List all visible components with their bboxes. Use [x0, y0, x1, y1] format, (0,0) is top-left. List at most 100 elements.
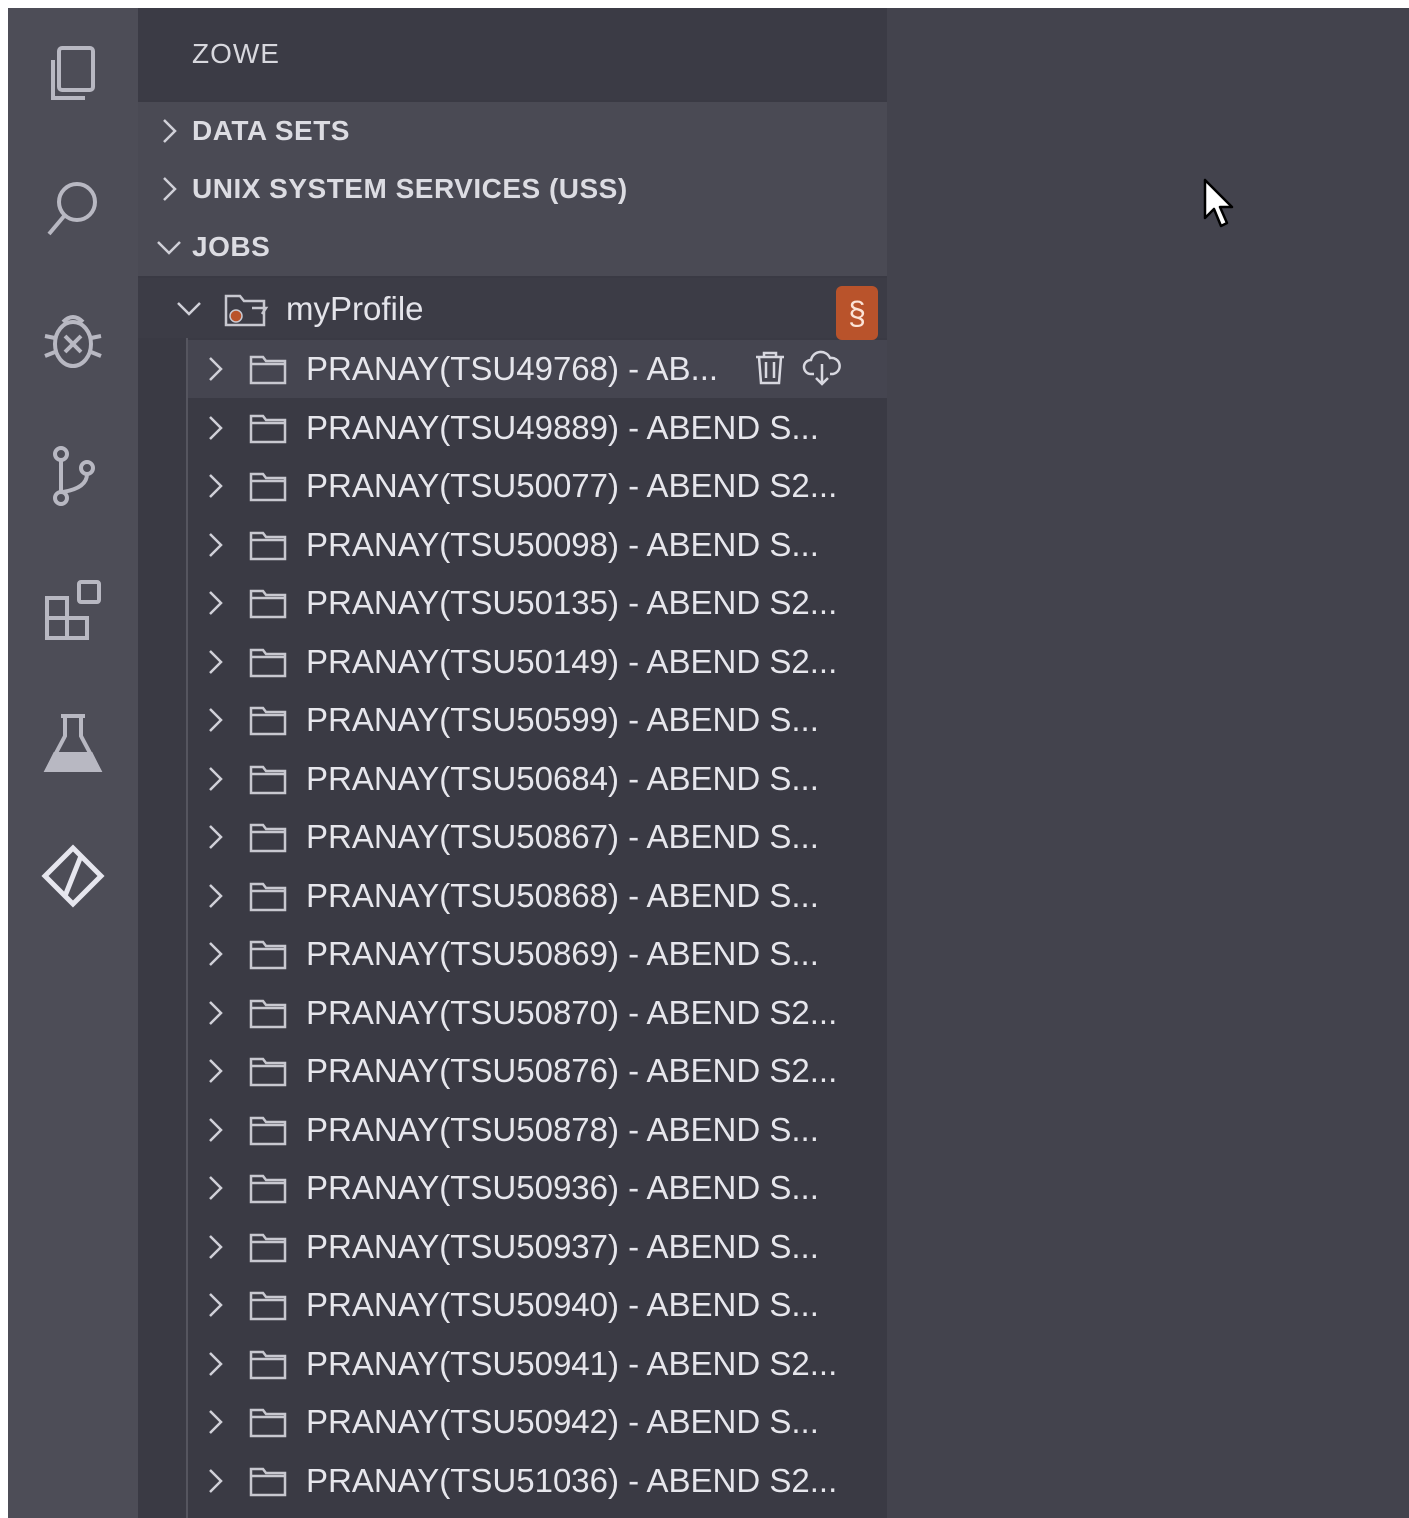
job-label: PRANAY(TSU50135) - ABEND S2... [306, 584, 838, 621]
job-label: PRANAY(TSU50077) - ABEND S2... [306, 467, 838, 504]
job-row[interactable]: PRANAY(TSU50867) - ABEND S... [188, 808, 887, 866]
folder-icon [249, 1350, 287, 1379]
job-row[interactable]: PRANAY(TSU49768) - AB... [188, 340, 887, 398]
section-uss[interactable]: UNIX SYSTEM SERVICES (USS) [138, 160, 887, 218]
job-label: PRANAY(TSU49768) - AB... [306, 350, 719, 387]
folder-icon [249, 1174, 287, 1204]
job-row[interactable]: PRANAY(TSU50936) - ABEND S... [188, 1159, 887, 1217]
section-label: DATA SETS [192, 115, 350, 146]
folder-icon [249, 999, 287, 1028]
job-row[interactable]: PRANAY(TSU50149) - ABEND S2... [188, 633, 887, 691]
job-label: PRANAY(TSU50937) - ABEND S... [306, 1227, 819, 1265]
download-icon[interactable] [802, 348, 842, 388]
folder-icon [249, 1291, 287, 1321]
chevron-right-icon [209, 1176, 223, 1200]
chevron-right-icon [209, 1410, 223, 1434]
folder-icon [249, 1116, 287, 1145]
chevron-right-icon [209, 942, 223, 966]
zowe-icon[interactable] [33, 836, 113, 916]
chevron-right-icon [209, 1059, 223, 1083]
zowe-sidebar: ZOWE DATA SETS UNIX SYSTEM SERVICES (USS… [138, 8, 887, 1518]
chevron-right-icon [163, 119, 177, 143]
folder-icon [249, 1408, 287, 1438]
extensions-icon[interactable] [33, 570, 113, 650]
job-row[interactable]: PRANAY(TSU50937) - ABEND S... [188, 1218, 887, 1276]
folder-icon [249, 1233, 287, 1262]
job-row[interactable]: PRANAY(TSU50876) - ABEND S2... [188, 1042, 887, 1100]
job-row[interactable]: PRANAY(TSU50941) - ABEND S2... [188, 1335, 887, 1393]
folder-icon [249, 765, 287, 794]
job-row[interactable]: PRANAY(TSU50942) - ABEND S... [188, 1393, 887, 1451]
app-window: ZOWE DATA SETS UNIX SYSTEM SERVICES (USS… [8, 8, 1409, 1518]
chevron-right-icon [209, 708, 223, 732]
job-row[interactable]: PRANAY(TSU50940) - ABEND S... [188, 1276, 887, 1334]
folder-icon [249, 648, 287, 677]
testing-icon[interactable] [33, 704, 113, 784]
profile-node[interactable]: myProfile § [138, 278, 887, 340]
job-row[interactable]: PRANAY(TSU50135) - ABEND S2... [188, 574, 887, 632]
job-label: PRANAY(TSU50876) - ABEND S2... [306, 1052, 838, 1089]
explorer-icon[interactable] [33, 36, 113, 116]
chevron-right-icon [209, 532, 223, 557]
search-icon[interactable] [33, 168, 113, 248]
profile-folder-icon [224, 294, 269, 327]
source-control-icon[interactable] [33, 436, 113, 516]
folder-icon [249, 589, 287, 619]
job-label: PRANAY(TSU50098) - ABEND S... [306, 525, 819, 563]
folder-icon [249, 940, 287, 970]
chevron-right-icon [209, 1351, 223, 1376]
chevron-right-icon [209, 1234, 223, 1259]
chevron-right-icon [209, 1000, 223, 1025]
job-label: PRANAY(TSU50878) - ABEND S... [306, 1110, 819, 1148]
chevron-right-icon [209, 591, 223, 615]
section-jobs[interactable]: JOBS [138, 218, 887, 276]
job-label: PRANAY(TSU50869) - ABEND S... [306, 935, 819, 972]
profile-label: myProfile [286, 290, 424, 327]
section-label: UNIX SYSTEM SERVICES (USS) [192, 173, 628, 204]
job-row[interactable]: PRANAY(TSU50098) - ABEND S... [188, 516, 887, 574]
section-data-sets[interactable]: DATA SETS [138, 102, 887, 160]
job-row[interactable]: PRANAY(TSU51036) - ABEND S2... [188, 1452, 887, 1510]
job-label: PRANAY(TSU50599) - ABEND S... [306, 701, 819, 738]
folder-icon [249, 355, 287, 385]
job-row[interactable]: PRANAY(TSU49889) - ABEND S... [188, 399, 887, 457]
folder-icon [249, 706, 287, 736]
chevron-right-icon [209, 415, 223, 440]
chevron-right-icon [209, 357, 223, 381]
folder-icon [249, 1057, 287, 1087]
delete-icon[interactable] [750, 348, 790, 388]
job-label: PRANAY(TSU49889) - ABEND S... [306, 408, 819, 446]
job-label: PRANAY(TSU50941) - ABEND S2... [306, 1344, 838, 1382]
sidebar-header: ZOWE [138, 8, 887, 100]
chevron-down-icon [177, 302, 201, 316]
debug-icon[interactable] [33, 302, 113, 382]
job-label: PRANAY(TSU50149) - ABEND S2... [306, 642, 838, 680]
chevron-right-icon [163, 177, 177, 201]
folder-icon [249, 414, 287, 443]
chevron-right-icon [209, 766, 223, 791]
job-label: PRANAY(TSU50867) - ABEND S... [306, 818, 819, 855]
job-label: PRANAY(TSU50870) - ABEND S2... [306, 993, 838, 1031]
job-row[interactable]: PRANAY(TSU50870) - ABEND S2... [188, 984, 887, 1042]
sidebar-title: ZOWE [192, 38, 280, 69]
folder-icon [249, 823, 287, 853]
folder-icon [249, 472, 287, 502]
chevron-right-icon [209, 1117, 223, 1142]
job-row[interactable]: PRANAY(TSU50599) - ABEND S... [188, 691, 887, 749]
job-row[interactable]: PRANAY(TSU50077) - ABEND S2... [188, 457, 887, 515]
chevron-right-icon [209, 825, 223, 849]
chevron-right-icon [209, 1468, 223, 1493]
chevron-right-icon [209, 883, 223, 908]
job-label: PRANAY(TSU50940) - ABEND S... [306, 1286, 819, 1323]
job-row[interactable]: PRANAY(TSU50868) - ABEND S... [188, 867, 887, 925]
profile-status-badge: § [836, 286, 878, 340]
job-label: PRANAY(TSU51036) - ABEND S2... [306, 1461, 838, 1499]
chevron-right-icon [209, 1293, 223, 1317]
job-row[interactable]: PRANAY(TSU50684) - ABEND S... [188, 750, 887, 808]
chevron-down-icon [157, 241, 181, 255]
chevron-right-icon [209, 474, 223, 498]
job-row[interactable]: PRANAY(TSU50869) - ABEND S... [188, 925, 887, 983]
folder-icon [249, 882, 287, 911]
job-label: PRANAY(TSU50936) - ABEND S... [306, 1169, 819, 1206]
job-row[interactable]: PRANAY(TSU50878) - ABEND S... [188, 1101, 887, 1159]
